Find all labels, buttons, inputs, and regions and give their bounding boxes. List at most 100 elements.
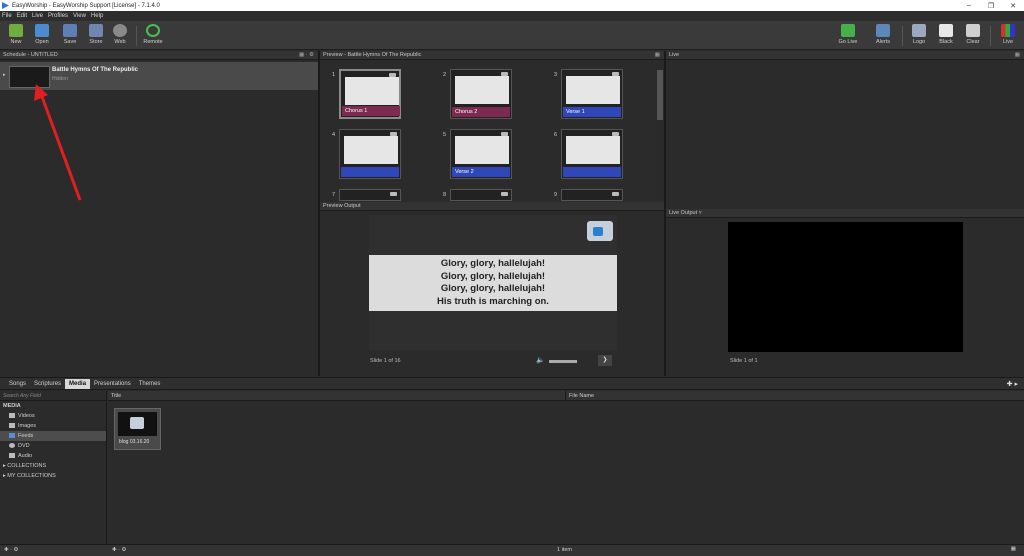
save-button[interactable]: Save — [58, 23, 82, 49]
menu-file[interactable]: File — [2, 13, 12, 19]
preview-slide[interactable]: Verse 2 — [450, 129, 512, 179]
preview-slide[interactable] — [561, 129, 623, 179]
web-icon — [113, 24, 127, 37]
menu-live[interactable]: Live — [32, 13, 43, 19]
slide-number: 9 — [554, 192, 558, 198]
preview-slide[interactable]: Chorus 1 — [339, 69, 401, 119]
view-options-icon[interactable]: ▦ · ⚙ — [299, 51, 314, 60]
live-slide-count: Slide 1 of 1 — [730, 358, 758, 364]
media-tree: MEDIA Videos Images Feeds DVD Audio ▸ CO… — [0, 401, 106, 481]
main-toolbar: New Open Save Store Web Remote Go Live A… — [0, 21, 1024, 50]
tree-root-media[interactable]: MEDIA — [0, 401, 106, 411]
preview-slide[interactable] — [450, 189, 512, 201]
tab-themes[interactable]: Themes — [135, 379, 165, 389]
close-icon[interactable]: ✕ — [1002, 2, 1024, 10]
live-slides-pane — [666, 61, 1024, 206]
store-button[interactable]: Store — [84, 23, 108, 49]
volume-icon[interactable]: 🔈 — [536, 356, 545, 364]
go-live-button[interactable]: Go Live — [836, 23, 860, 49]
black-button[interactable]: Black — [934, 23, 958, 49]
media-item[interactable]: blog 03.16.20 — [114, 408, 161, 450]
slide-number: 5 — [443, 132, 447, 138]
video-camera-icon — [390, 192, 397, 196]
minimize-icon[interactable]: – — [958, 2, 980, 9]
logo-button[interactable]: Logo — [907, 23, 931, 49]
clear-button[interactable]: Clear — [961, 23, 985, 49]
logo-icon — [912, 24, 926, 37]
preview-output-header: Preview Output — [320, 202, 664, 211]
open-button[interactable]: Open — [30, 23, 54, 49]
annotation-arrow-icon — [34, 84, 82, 201]
slide-lyrics-preview — [566, 76, 620, 104]
preview-slide[interactable]: Verse 1 — [561, 69, 623, 119]
menu-profiles[interactable]: Profiles — [48, 13, 68, 19]
title-bar: EasyWorship - EasyWorship Support [Licen… — [0, 0, 1024, 11]
slide-number: 1 — [332, 72, 336, 78]
tree-item-dvd[interactable]: DVD — [0, 441, 106, 451]
library-search-input[interactable]: Search Any Field — [0, 391, 106, 401]
preview-slide[interactable] — [339, 129, 401, 179]
slide-number: 4 — [332, 132, 336, 138]
clear-icon — [966, 24, 980, 37]
new-button[interactable]: New — [4, 23, 28, 49]
add-icon[interactable]: ✚ ▸ — [1007, 380, 1018, 388]
live-header: Live ▦ — [666, 51, 1024, 60]
alerts-button[interactable]: Alerts — [871, 23, 895, 49]
save-icon — [63, 24, 77, 37]
tab-songs[interactable]: Songs — [5, 379, 30, 389]
slide-lyrics-preview — [566, 136, 620, 164]
live-view-options-icon[interactable]: ▦ — [1015, 51, 1020, 60]
slide-number: 2 — [443, 72, 447, 78]
library-main: Title File Name blog 03.16.20 — [108, 391, 1024, 544]
column-title[interactable]: Title — [108, 391, 566, 400]
view-mode-icon[interactable]: ▦ — [1011, 546, 1016, 552]
preview-slide[interactable]: Chorus 2 — [450, 69, 512, 119]
preview-header: Preview - Battle Hymns Of The Republic ▦ — [320, 51, 664, 60]
tab-media[interactable]: Media — [65, 379, 91, 389]
live-button[interactable]: Live — [996, 23, 1020, 49]
live-icon — [1001, 24, 1015, 37]
column-file-name[interactable]: File Name — [566, 391, 594, 400]
library-add-icon[interactable]: ✚ · ⚙ — [112, 547, 126, 553]
volume-slider[interactable] — [549, 360, 577, 363]
tree-item-audio[interactable]: Audio — [0, 451, 106, 461]
menu-view[interactable]: View — [73, 13, 86, 19]
tree-collections[interactable]: ▸ COLLECTIONS — [0, 461, 106, 471]
tree-item-feeds[interactable]: Feeds — [0, 431, 106, 441]
slide-lyrics-preview — [344, 136, 398, 164]
status-bar: ✚ · ⚙ ✚ · ⚙ 1 item ▦ — [0, 544, 1024, 556]
sidebar-add-icon[interactable]: ✚ · ⚙ — [4, 547, 18, 553]
feeds-icon — [9, 433, 15, 439]
dvd-icon — [9, 443, 15, 449]
media-item-name: blog 03.16.20 — [119, 439, 150, 445]
slide-number: 3 — [554, 72, 558, 78]
remote-button[interactable]: Remote — [141, 23, 165, 49]
tab-scriptures[interactable]: Scriptures — [30, 379, 65, 389]
preview-output-stage: Glory, glory, hallelujah! Glory, glory, … — [369, 215, 617, 350]
expand-arrow-icon[interactable]: ▸ — [3, 72, 6, 78]
next-slide-button[interactable]: ❯ — [598, 355, 612, 366]
preview-slide[interactable] — [561, 189, 623, 201]
preview-slide[interactable] — [339, 189, 401, 201]
live-output-header: Live Output ˅ — [666, 209, 1024, 218]
tab-presentations[interactable]: Presentations — [90, 379, 135, 389]
web-button[interactable]: Web — [108, 23, 132, 49]
video-camera-icon — [612, 192, 619, 196]
menu-edit[interactable]: Edit — [17, 13, 27, 19]
tree-item-videos[interactable]: Videos — [0, 411, 106, 421]
slide-lyrics-preview — [455, 76, 509, 104]
preview-scrollbar-thumb[interactable] — [657, 70, 663, 120]
lyric-line: Glory, glory, hallelujah! — [440, 258, 546, 269]
schedule-item-title: Battle Hymns Of The Republic — [52, 67, 139, 73]
preview-view-options-icon[interactable]: ▦ — [655, 51, 660, 60]
maximize-icon[interactable]: ❐ — [980, 2, 1002, 10]
tree-item-images[interactable]: Images — [0, 421, 106, 431]
audio-icon — [9, 453, 15, 459]
menu-help[interactable]: Help — [91, 13, 103, 19]
alerts-icon — [876, 24, 890, 37]
slide-label — [341, 167, 399, 177]
tree-my-collections[interactable]: ▸ MY COLLECTIONS — [0, 471, 106, 481]
preview-scrollbar[interactable] — [656, 62, 664, 200]
slide-label: Chorus 2 — [452, 107, 510, 117]
slide-label: Chorus 1 — [342, 106, 400, 116]
